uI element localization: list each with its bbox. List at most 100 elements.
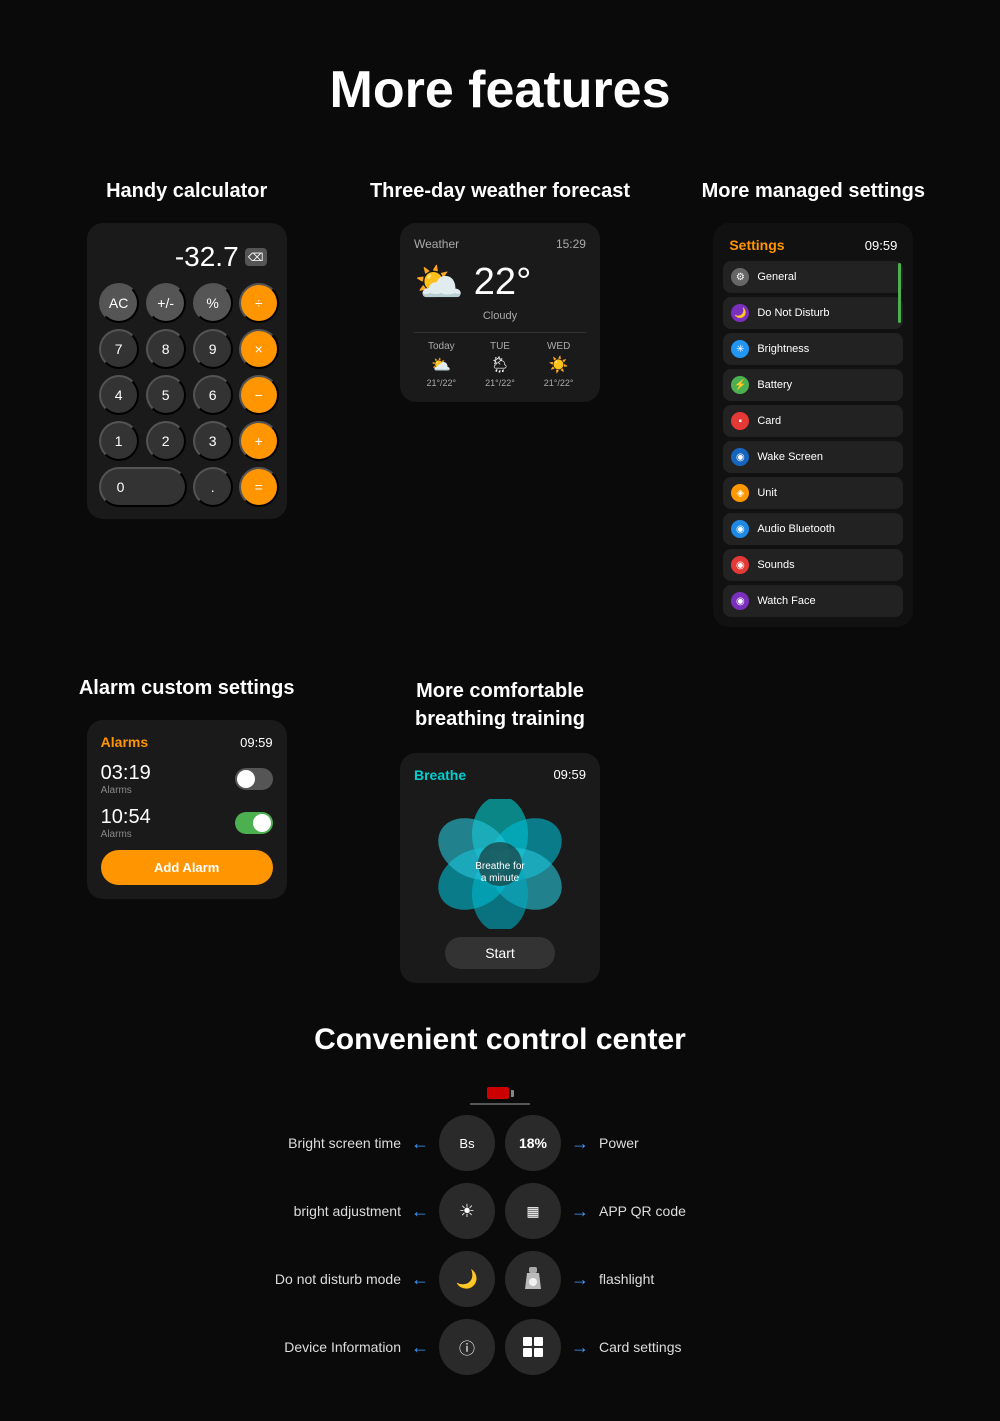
alarm-label-2: Alarms <box>101 829 151 840</box>
settings-scrollbar <box>898 263 901 323</box>
calc-btn-percent[interactable]: % <box>193 283 233 323</box>
alarm-toggle-1[interactable] <box>235 768 273 790</box>
weather-section: Three-day weather forecast Weather 15:29… <box>353 180 646 627</box>
cc-btn-battery-pct[interactable]: 18% <box>505 1115 561 1171</box>
forecast-wed: WED ☀️ 21°/22° <box>531 341 586 388</box>
alarm-toggle-2[interactable] <box>235 812 273 834</box>
page-header: More features <box>0 0 1000 160</box>
features-top-grid: Handy calculator -32.7 ⌫ AC +/- % ÷ 7 8 … <box>0 160 1000 647</box>
unit-icon: ◈ <box>731 484 749 502</box>
calc-btn-9[interactable]: 9 <box>193 329 233 369</box>
settings-widget: Settings 09:59 ⚙ General 🌙 Do Not Distur… <box>713 223 913 627</box>
settings-title: More managed settings <box>702 180 925 203</box>
cc-label-power: Power <box>599 1135 779 1151</box>
cc-btn-grid[interactable] <box>505 1319 561 1375</box>
weather-main: ⛅ 22° <box>414 259 586 306</box>
settings-item-card[interactable]: ▪ Card <box>723 405 903 437</box>
forecast-wed-label: WED <box>547 341 570 352</box>
cc-battery-tip <box>511 1090 514 1097</box>
settings-item-unit[interactable]: ◈ Unit <box>723 477 903 509</box>
breathe-header: Breathe 09:59 <box>414 767 586 783</box>
calc-display: -32.7 ⌫ <box>99 235 275 283</box>
calc-btn-4[interactable]: 4 <box>99 375 139 415</box>
alarm-item-2: 10:54 Alarms <box>101 806 273 840</box>
calc-btn-5[interactable]: 5 <box>146 375 186 415</box>
cc-divider-line <box>470 1103 530 1105</box>
calc-btn-7[interactable]: 7 <box>99 329 139 369</box>
alarm-time-1: 03:19 <box>101 762 151 785</box>
calc-value: -32.7 <box>175 241 239 273</box>
add-alarm-button[interactable]: Add Alarm <box>101 850 273 885</box>
cc-arrow-left-1: ← <box>411 1133 429 1154</box>
calc-btn-dot[interactable]: . <box>193 467 233 507</box>
breathe-start-button[interactable]: Start <box>445 937 555 969</box>
forecast-today-label: Today <box>428 341 455 352</box>
cc-label-card-settings: Card settings <box>599 1339 779 1355</box>
wake-icon: ◉ <box>731 448 749 466</box>
calculator-widget: -32.7 ⌫ AC +/- % ÷ 7 8 9 × 4 5 6 − 1 2 3… <box>87 223 287 519</box>
battery-label: Battery <box>757 379 792 391</box>
cc-arrow-left-4: ← <box>411 1337 429 1358</box>
calc-btn-8[interactable]: 8 <box>146 329 186 369</box>
breathe-section: More comfortablebreathing training Breat… <box>353 677 646 983</box>
calc-btn-plus[interactable]: + <box>239 421 279 461</box>
forecast-tue-icon: 🌦 <box>490 355 510 375</box>
calc-btn-2[interactable]: 2 <box>146 421 186 461</box>
card-icon: ▪ <box>731 412 749 430</box>
cc-battery-display <box>487 1087 514 1099</box>
dnd-icon: 🌙 <box>731 304 749 322</box>
weather-app-label: Weather <box>414 237 459 251</box>
forecast-today-temp: 21°/22° <box>426 378 456 388</box>
settings-inner: Settings 09:59 ⚙ General 🌙 Do Not Distur… <box>723 233 903 617</box>
cc-btn-brightness[interactable]: ☀ <box>439 1183 495 1239</box>
weather-forecast: Today ⛅ 21°/22° TUE 🌦 21°/22° WED ☀️ 21°… <box>414 332 586 388</box>
alarm-section: Alarm custom settings Alarms 09:59 03:19… <box>40 677 333 983</box>
features-bottom-grid: Alarm custom settings Alarms 09:59 03:19… <box>0 647 1000 983</box>
cc-btn-qr[interactable]: ▦ <box>505 1183 561 1239</box>
alarm-header: Alarms 09:59 <box>101 734 273 750</box>
cc-arrow-left-2: ← <box>411 1201 429 1222</box>
settings-item-watchface[interactable]: ◉ Watch Face <box>723 585 903 617</box>
calc-btn-0[interactable]: 0 <box>99 467 187 507</box>
forecast-today: Today ⛅ 21°/22° <box>414 341 469 388</box>
settings-item-battery[interactable]: ⚡ Battery <box>723 369 903 401</box>
calc-btn-plusminus[interactable]: +/- <box>146 283 186 323</box>
cc-label-bright-adj: bright adjustment <box>221 1203 401 1219</box>
calc-buttons: AC +/- % ÷ 7 8 9 × 4 5 6 − 1 2 3 + 0 . = <box>99 283 275 507</box>
settings-item-brightness[interactable]: ✳ Brightness <box>723 333 903 365</box>
battery-icon: ⚡ <box>731 376 749 394</box>
calc-btn-minus[interactable]: − <box>239 375 279 415</box>
alarm-item-1: 03:19 Alarms <box>101 762 273 796</box>
cc-btn-info[interactable]: ⓘ <box>439 1319 495 1375</box>
cc-btn-moon[interactable]: 🌙 <box>439 1251 495 1307</box>
forecast-tue-label: TUE <box>490 341 510 352</box>
cc-btn-bs[interactable]: Bs <box>439 1115 495 1171</box>
cc-arrow-right-2: → <box>571 1201 589 1222</box>
calc-btn-divide[interactable]: ÷ <box>239 283 279 323</box>
forecast-wed-temp: 21°/22° <box>544 378 574 388</box>
cc-btn-flashlight[interactable] <box>505 1251 561 1307</box>
sounds-label: Sounds <box>757 559 794 571</box>
alarm-time-2: 10:54 <box>101 806 151 829</box>
settings-item-wake[interactable]: ◉ Wake Screen <box>723 441 903 473</box>
calc-btn-1[interactable]: 1 <box>99 421 139 461</box>
cc-arrow-right-3: → <box>571 1269 589 1290</box>
calc-btn-multiply[interactable]: × <box>239 329 279 369</box>
breathe-app-time: 09:59 <box>553 767 586 783</box>
weather-time: 15:29 <box>556 237 586 251</box>
settings-item-bluetooth[interactable]: ◉ Audio Bluetooth <box>723 513 903 545</box>
calc-backspace-icon[interactable]: ⌫ <box>245 248 267 266</box>
calc-btn-equals[interactable]: = <box>239 467 279 507</box>
forecast-wed-icon: ☀️ <box>549 355 569 375</box>
calculator-section: Handy calculator -32.7 ⌫ AC +/- % ÷ 7 8 … <box>40 180 333 627</box>
calc-btn-3[interactable]: 3 <box>193 421 233 461</box>
weather-desc: Cloudy <box>414 310 586 322</box>
settings-item-sounds[interactable]: ◉ Sounds <box>723 549 903 581</box>
calc-btn-6[interactable]: 6 <box>193 375 233 415</box>
calc-btn-ac[interactable]: AC <box>99 283 139 323</box>
settings-item-dnd[interactable]: 🌙 Do Not Disturb <box>723 297 903 329</box>
control-center-widget: Bright screen time ← Bs 18% → Power brig… <box>40 1087 960 1381</box>
cc-row-4: Device Information ← ⓘ → Card settings <box>40 1319 960 1375</box>
settings-item-general[interactable]: ⚙ General <box>723 261 903 293</box>
sounds-icon: ◉ <box>731 556 749 574</box>
